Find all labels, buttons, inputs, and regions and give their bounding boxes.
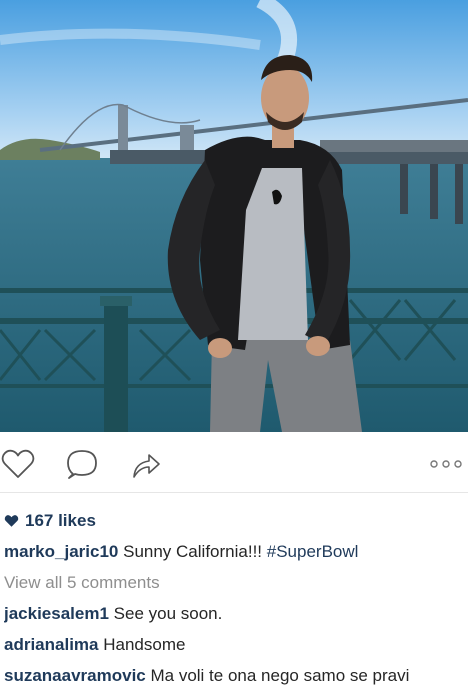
comment-item: suzanaavramovic Ma voli te ona nego samo… [4,660,466,687]
comment-username[interactable]: jackiesalem1 [4,604,109,623]
view-all-comments-link[interactable]: View all 5 comments [4,567,466,598]
like-button[interactable] [0,446,36,482]
more-dots-icon [430,460,462,468]
comment-username[interactable]: suzanaavramovic [4,666,146,685]
caption-username[interactable]: marko_jaric10 [4,542,118,561]
speech-bubble-icon [67,450,97,479]
likes-count[interactable]: 167 likes [4,505,466,536]
caption-hashtag[interactable]: #SuperBowl [267,542,359,561]
caption-text: Sunny California!!! [123,542,263,561]
comment-text: See you soon. [113,604,223,623]
comment-text: Handsome [103,635,186,654]
action-bar [0,432,468,496]
caption: marko_jaric10 Sunny California!!! #Super… [4,536,466,567]
comment-button[interactable] [64,446,100,482]
likes-label: 167 likes [25,511,96,530]
heart-outline-icon [1,449,35,478]
share-button[interactable] [128,446,164,482]
comment-username[interactable]: adrianalima [4,635,99,654]
comment-item: adrianalima Handsome [4,629,466,660]
comment-text: Ma voli te ona nego samo se pravi [150,666,410,685]
heart-filled-icon [4,514,19,527]
comment-item: jackiesalem1 See you soon. [4,598,466,629]
more-options-button[interactable] [424,446,468,482]
post-photo-illustration [0,0,468,432]
share-arrow-icon [133,454,160,478]
divider [0,492,468,493]
post-photo[interactable] [0,0,468,432]
post-feed: 167 likes marko_jaric10 Sunny California… [4,505,466,687]
